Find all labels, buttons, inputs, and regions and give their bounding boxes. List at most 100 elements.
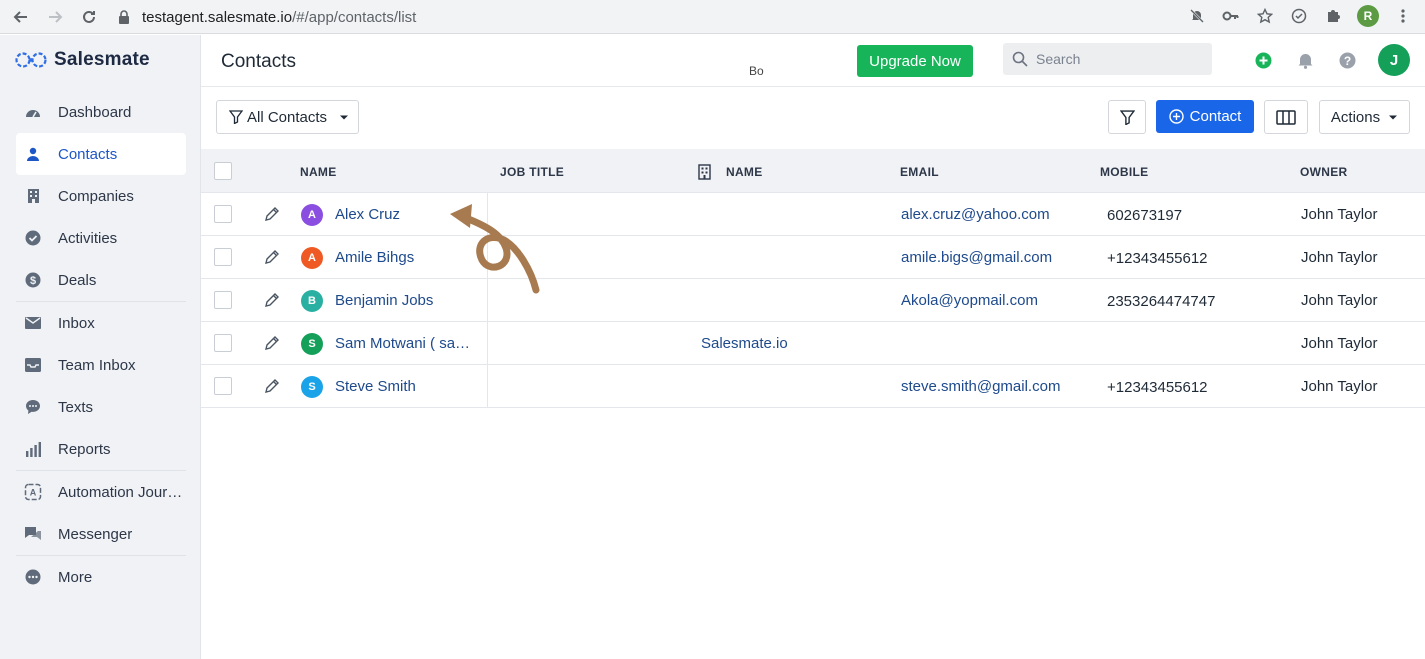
automation-icon: A (24, 483, 42, 501)
table-row: S Steve Smith steve.smith@gmail.com +123… (201, 365, 1425, 408)
row-checkbox[interactable] (214, 205, 232, 223)
column-header-mobile[interactable]: MOBILE (1100, 165, 1148, 179)
email-link[interactable]: amile.bigs@gmail.com (901, 249, 1052, 266)
row-checkbox[interactable] (214, 291, 232, 309)
table-row: A Alex Cruz alex.cruz@yahoo.com 60267319… (201, 193, 1425, 236)
svg-text:$: $ (30, 275, 36, 287)
sidebar-item-messenger[interactable]: Messenger (16, 513, 186, 555)
page-title: Contacts (221, 51, 296, 72)
select-all-checkbox[interactable] (214, 162, 232, 180)
messenger-icon (24, 525, 42, 543)
column-settings-button[interactable] (1264, 100, 1308, 134)
contact-name-link[interactable]: Benjamin Jobs (335, 292, 433, 309)
bar-chart-icon (24, 440, 42, 458)
column-header-owner[interactable]: OWNER (1300, 165, 1348, 179)
sidebar-item-deals[interactable]: $ Deals (16, 259, 186, 301)
email-link[interactable]: alex.cruz@yahoo.com (901, 206, 1050, 223)
sidebar-item-label: Messenger (58, 525, 133, 543)
sidebar-nav: Dashboard Contacts Companies Activities … (16, 91, 186, 598)
table-header: NAME JOB TITLE NAME EMAIL MOBILE OWNER (201, 149, 1425, 193)
email-link[interactable]: Akola@yopmail.com (901, 292, 1038, 309)
envelope-icon (24, 314, 42, 332)
view-select-label: All Contacts (247, 108, 328, 126)
sidebar-item-companies[interactable]: Companies (16, 175, 186, 217)
sidebar-item-texts[interactable]: Texts (16, 386, 186, 428)
owner-value: John Taylor (1301, 335, 1378, 352)
list-toolbar: All Contacts Contact Actions (201, 87, 1425, 149)
key-icon[interactable] (1221, 6, 1241, 26)
mobile-value: 602673197 (1107, 207, 1183, 224)
sidebar-item-more[interactable]: More (16, 556, 186, 598)
browser-toolbar: testagent.salesmate.io/#/app/contacts/li… (0, 0, 1425, 34)
address-bar[interactable]: testagent.salesmate.io/#/app/contacts/li… (110, 4, 1290, 30)
sidebar-item-dashboard[interactable]: Dashboard (16, 91, 186, 133)
page-header: Contacts Bo Upgrade Now ? J (201, 35, 1425, 87)
browser-profile-avatar[interactable]: R (1357, 5, 1379, 27)
contact-name-link[interactable]: Alex Cruz (335, 206, 400, 223)
sidebar-item-label: Activities (58, 229, 118, 247)
puzzle-extension-icon[interactable] (1323, 6, 1343, 26)
sidebar-item-label: Team Inbox (58, 356, 136, 374)
quick-add-icon[interactable] (1253, 50, 1273, 70)
filter-funnel-icon (229, 110, 243, 124)
sidebar-item-label: Contacts (58, 145, 118, 163)
row-checkbox[interactable] (214, 248, 232, 266)
column-header-job-title[interactable]: JOB TITLE (500, 165, 564, 179)
logo-text: Salesmate (54, 49, 150, 70)
company-link[interactable]: Salesmate.io (701, 335, 788, 352)
chevron-down-icon (1389, 115, 1398, 120)
row-checkbox[interactable] (214, 377, 232, 395)
avatar: B (301, 290, 323, 312)
pencil-edit-icon[interactable] (264, 206, 280, 222)
contact-view-dropdown[interactable]: All Contacts (216, 100, 359, 134)
salesmate-logo[interactable]: Salesmate (14, 49, 150, 71)
partial-popover-text: Bo (749, 64, 764, 78)
help-icon[interactable]: ? (1337, 50, 1357, 70)
chat-bubble-icon (24, 398, 42, 416)
filter-button[interactable] (1108, 100, 1146, 134)
actions-dropdown[interactable]: Actions (1319, 100, 1410, 134)
user-avatar[interactable]: J (1378, 44, 1410, 76)
sidebar-item-activities[interactable]: Activities (16, 217, 186, 259)
notifications-muted-icon[interactable] (1187, 6, 1207, 26)
check-circle-extension-icon[interactable] (1289, 6, 1309, 26)
email-link[interactable]: steve.smith@gmail.com (901, 378, 1060, 395)
sidebar-item-team-inbox[interactable]: Team Inbox (16, 344, 186, 386)
global-search[interactable] (1003, 43, 1212, 75)
kebab-menu-icon[interactable] (1393, 6, 1413, 26)
sidebar-item-label: Companies (58, 187, 134, 205)
add-contact-button[interactable]: Contact (1156, 100, 1254, 133)
column-header-name[interactable]: NAME (300, 165, 337, 179)
sidebar-item-automation-journeys[interactable]: A Automation Journ... (16, 471, 186, 513)
pencil-edit-icon[interactable] (264, 335, 280, 351)
notification-bell-icon[interactable] (1295, 50, 1315, 70)
star-icon[interactable] (1255, 6, 1275, 26)
pencil-edit-icon[interactable] (264, 249, 280, 265)
more-dots-icon (24, 568, 42, 586)
sidebar-item-inbox[interactable]: Inbox (16, 302, 186, 344)
sidebar-item-label: More (58, 568, 93, 586)
row-checkbox[interactable] (214, 334, 232, 352)
sidebar-item-reports[interactable]: Reports (16, 428, 186, 470)
sidebar-item-contacts[interactable]: Contacts (16, 133, 186, 175)
sidebar-item-label: Deals (58, 271, 97, 289)
contact-name-link[interactable]: Steve Smith (335, 378, 416, 395)
column-header-email[interactable]: EMAIL (900, 165, 939, 179)
search-input[interactable] (1036, 51, 1196, 67)
contact-name-link[interactable]: Amile Bihgs (335, 249, 414, 266)
column-header-company-name[interactable]: NAME (726, 165, 763, 179)
owner-value: John Taylor (1301, 378, 1378, 395)
pencil-edit-icon[interactable] (264, 292, 280, 308)
upgrade-now-button[interactable]: Upgrade Now (857, 45, 973, 77)
avatar: S (301, 333, 323, 355)
annotation-curved-arrow-icon (450, 204, 540, 294)
back-icon[interactable] (10, 6, 32, 28)
dashboard-icon (24, 103, 42, 121)
mobile-value: 2353264474747 (1107, 293, 1216, 310)
pencil-edit-icon[interactable] (264, 378, 280, 394)
forward-icon[interactable] (44, 6, 66, 28)
sidebar-item-label: Texts (58, 398, 94, 416)
contact-name-link[interactable]: Sam Motwani ( sam... (335, 335, 477, 352)
actions-label: Actions (1330, 108, 1381, 126)
reload-icon[interactable] (78, 6, 100, 28)
